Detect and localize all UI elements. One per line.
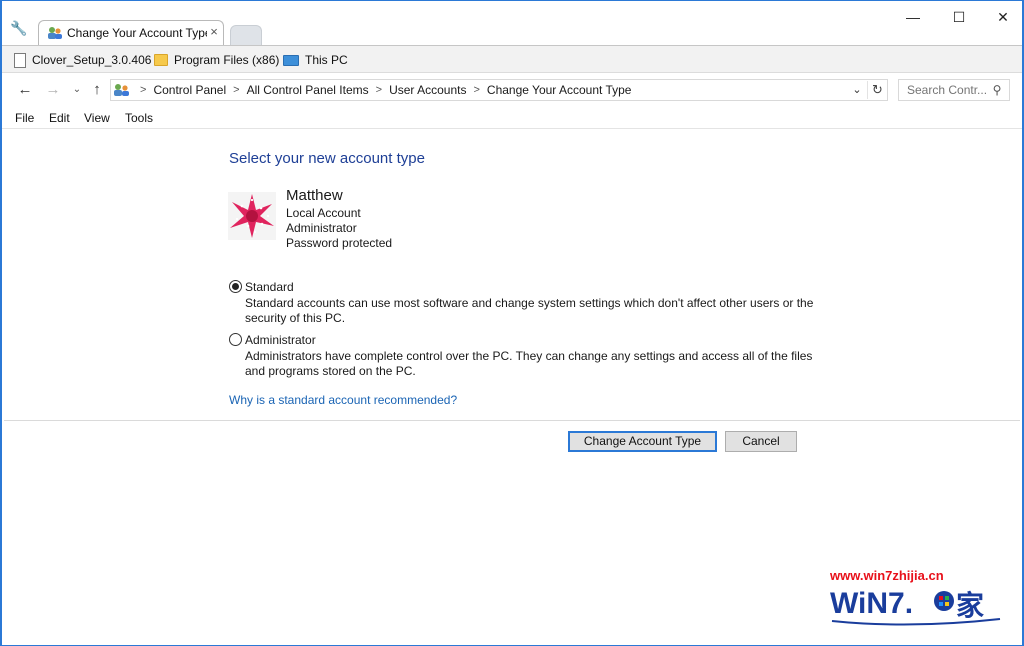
bookmark-program-files[interactable]: Program Files (x86) <box>154 51 279 69</box>
tab-change-account-type[interactable]: Change Your Account Type × <box>38 20 224 45</box>
change-account-type-button[interactable]: Change Account Type <box>568 431 717 452</box>
standard-description: Standard accounts can use most software … <box>245 296 814 325</box>
maximize-button[interactable]: ☐ <box>936 3 982 31</box>
watermark-logo: WiN7. 家 <box>830 587 1001 626</box>
address-dropdown-icon[interactable]: ⌄ <box>849 82 865 98</box>
address-bar[interactable]: > Control Panel > All Control Panel Item… <box>110 79 888 101</box>
administrator-radio[interactable] <box>229 333 242 346</box>
why-standard-link[interactable]: Why is a standard account recommended? <box>229 393 457 407</box>
user-accounts-icon <box>48 27 62 39</box>
computer-icon <box>283 54 299 66</box>
document-icon <box>14 52 26 68</box>
divider <box>4 420 1020 421</box>
breadcrumb-separator-icon[interactable]: > <box>473 84 479 96</box>
bookmark-clover-setup[interactable]: Clover_Setup_3.0.406 <box>14 51 151 69</box>
refresh-icon[interactable]: ↻ <box>867 81 887 99</box>
forward-arrow-icon[interactable]: → <box>44 81 62 99</box>
breadcrumb-separator-icon[interactable]: > <box>140 84 146 96</box>
search-input[interactable] <box>899 80 987 100</box>
recent-locations-chevron-icon[interactable]: ⌄ <box>68 81 86 99</box>
menu-edit[interactable]: Edit <box>49 111 70 125</box>
bookmarks-bar: Clover_Setup_3.0.406 Program Files (x86)… <box>2 45 1022 73</box>
administrator-description: Administrators have complete control ove… <box>245 349 813 378</box>
breadcrumb-current[interactable]: Change Your Account Type <box>487 83 632 97</box>
tab-close-icon[interactable]: × <box>207 24 221 40</box>
breadcrumb-control-panel[interactable]: Control Panel <box>153 83 226 97</box>
bookmark-label: Program Files (x86) <box>174 53 280 67</box>
user-accounts-icon <box>114 84 129 96</box>
watermark-url: www.win7zhijia.cn <box>830 568 944 583</box>
search-icon[interactable]: ⚲ <box>989 82 1005 98</box>
explorer-window: 🔧 Change Your Account Type × — ☐ ✕ Clove… <box>0 0 1024 646</box>
back-arrow-icon[interactable]: ← <box>16 81 34 99</box>
standard-radio-label[interactable]: Standard <box>245 280 294 294</box>
user-account-role: Administrator <box>286 221 357 235</box>
navigation-bar: ← → ⌄ ↑ > Control Panel > All Control Pa… <box>2 73 1022 107</box>
close-button[interactable]: ✕ <box>980 3 1024 31</box>
standard-radio[interactable] <box>229 280 242 293</box>
cancel-button[interactable]: Cancel <box>725 431 797 452</box>
menu-view[interactable]: View <box>84 111 110 125</box>
watermark-logo-text: WiN7. <box>830 587 913 620</box>
up-arrow-icon[interactable]: ↑ <box>88 81 106 99</box>
breadcrumb: > Control Panel > All Control Panel Item… <box>133 83 631 97</box>
user-name: Matthew <box>286 187 343 204</box>
breadcrumb-user-accounts[interactable]: User Accounts <box>389 83 466 97</box>
bookmark-label: Clover_Setup_3.0.406 <box>32 53 152 67</box>
breadcrumb-all-items[interactable]: All Control Panel Items <box>247 83 369 97</box>
breadcrumb-separator-icon[interactable]: > <box>376 84 382 96</box>
watermark-logo-char: 家 <box>956 589 984 622</box>
minimize-button[interactable]: — <box>890 3 936 31</box>
administrator-radio-label[interactable]: Administrator <box>245 333 316 347</box>
user-avatar <box>228 192 276 240</box>
title-bar: 🔧 Change Your Account Type × — ☐ ✕ <box>2 1 1022 45</box>
bookmark-this-pc[interactable]: This PC <box>283 51 348 69</box>
folder-icon <box>154 54 168 66</box>
search-box[interactable]: ⚲ <box>898 79 1010 101</box>
menu-bar: File Edit View Tools <box>2 107 1022 129</box>
breadcrumb-separator-icon[interactable]: > <box>233 84 239 96</box>
page-title: Select your new account type <box>229 150 425 167</box>
tab-title: Change Your Account Type <box>67 26 207 40</box>
menu-tools[interactable]: Tools <box>125 111 153 125</box>
user-account-kind: Local Account <box>286 206 361 220</box>
user-password-status: Password protected <box>286 236 393 250</box>
menu-file[interactable]: File <box>15 111 34 125</box>
bookmark-label: This PC <box>305 53 348 67</box>
wrench-icon[interactable]: 🔧 <box>10 20 27 36</box>
new-tab-button[interactable] <box>230 25 262 45</box>
